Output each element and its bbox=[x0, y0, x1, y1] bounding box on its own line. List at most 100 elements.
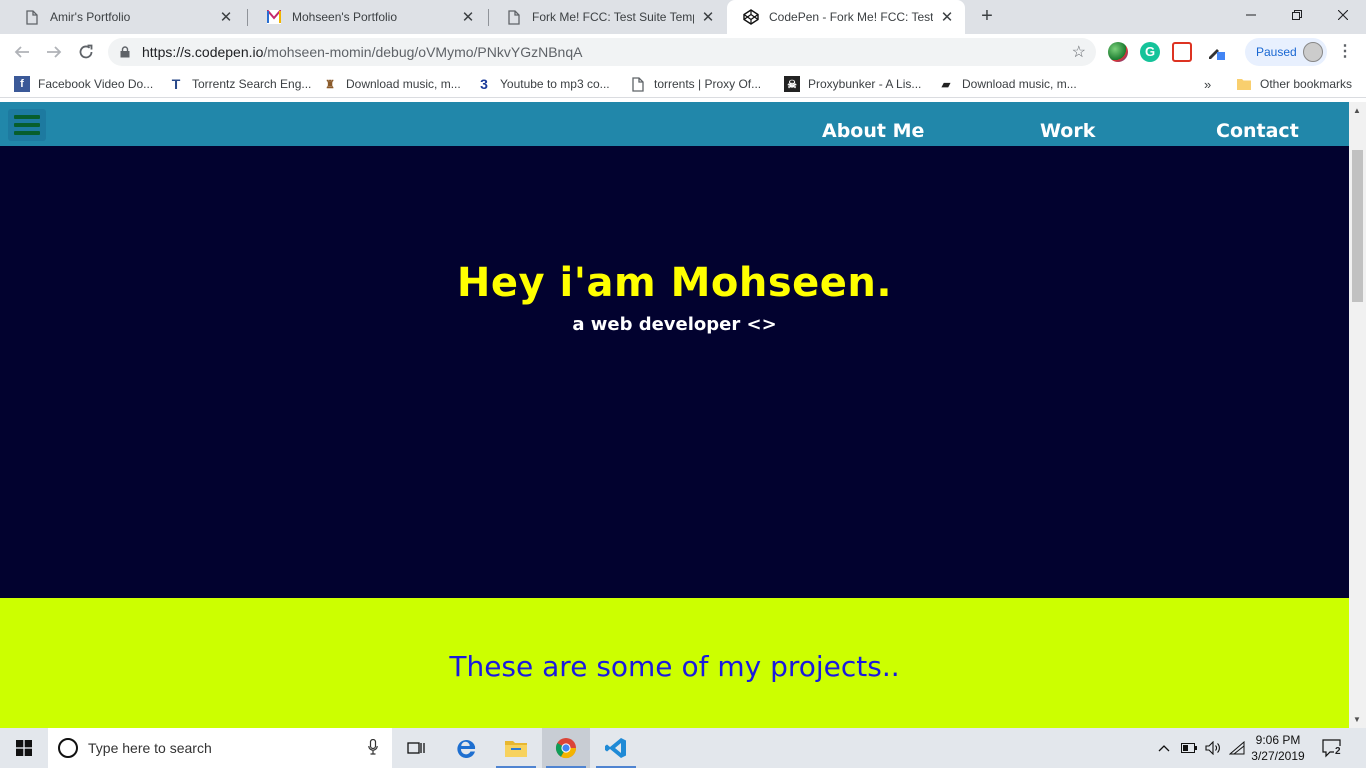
bookmark-item[interactable]: torrents | Proxy Of... bbox=[630, 75, 761, 93]
hero-title: Hey i'am Mohseen. bbox=[456, 260, 893, 306]
bookmark-item[interactable]: ▰ Download music, m... bbox=[938, 75, 1077, 93]
page-icon bbox=[506, 9, 522, 25]
page-icon bbox=[24, 9, 40, 25]
page-scrollbar[interactable]: ▲ ▼ bbox=[1349, 102, 1366, 728]
chrome-browser-icon[interactable] bbox=[542, 728, 590, 768]
eyedropper-icon[interactable] bbox=[1206, 42, 1226, 62]
tab-title: CodePen - Fork Me! FCC: Test Suite bbox=[769, 10, 933, 24]
bookmark-item[interactable]: ♜ Download music, m... bbox=[322, 75, 461, 93]
other-bookmarks-folder[interactable]: Other bookmarks bbox=[1236, 75, 1352, 93]
tab-title: Mohseen's Portfolio bbox=[292, 10, 398, 24]
file-explorer-icon[interactable] bbox=[492, 728, 540, 768]
forward-arrow-icon[interactable] bbox=[42, 40, 66, 64]
more-menu-icon[interactable]: ⋮ bbox=[1335, 42, 1355, 62]
hero-subtitle: a web developer <> bbox=[572, 314, 777, 335]
globe-extension-icon[interactable] bbox=[1108, 42, 1128, 62]
codepen-icon bbox=[743, 9, 759, 25]
reload-icon[interactable] bbox=[74, 40, 98, 64]
profile-paused-button[interactable]: Paused bbox=[1245, 38, 1327, 66]
system-clock[interactable]: 9:06 PM 3/27/2019 bbox=[1248, 732, 1308, 764]
taskbar-search-input[interactable]: Type here to search bbox=[48, 728, 392, 768]
portfolio-m-icon bbox=[266, 9, 282, 25]
projects-heading: These are some of my projects.. bbox=[449, 650, 900, 683]
tab-separator bbox=[488, 9, 489, 26]
nav-link-contact[interactable]: Contact bbox=[1216, 120, 1299, 142]
page-icon bbox=[630, 76, 646, 92]
tab-mohseens-portfolio[interactable]: Mohseen's Portfolio ✕ bbox=[250, 0, 486, 34]
action-center-icon[interactable]: 2 bbox=[1322, 738, 1344, 758]
bookmark-label: Proxybunker - A Lis... bbox=[808, 77, 922, 91]
bookmark-item[interactable]: ☠ Proxybunker - A Lis... bbox=[784, 75, 921, 93]
music-download-icon: ▰ bbox=[941, 78, 951, 91]
proxybunker-icon: ☠ bbox=[784, 76, 800, 92]
address-bar[interactable]: https://s.codepen.io/mohseen-momin/debug… bbox=[108, 38, 1096, 66]
bookmark-item[interactable]: T Torrentz Search Eng... bbox=[168, 75, 312, 93]
browser-toolbar: https://s.codepen.io/mohseen-momin/debug… bbox=[0, 34, 1366, 70]
bookmark-label: Download music, m... bbox=[962, 77, 1077, 91]
window-close-icon[interactable] bbox=[1320, 0, 1366, 30]
music-download-icon: ♜ bbox=[325, 78, 335, 91]
nav-link-about-me[interactable]: About Me bbox=[822, 120, 924, 142]
clock-time: 9:06 PM bbox=[1255, 733, 1301, 747]
nav-link-work[interactable]: Work bbox=[1040, 120, 1095, 142]
close-icon[interactable]: ✕ bbox=[218, 9, 234, 26]
close-icon[interactable]: ✕ bbox=[460, 9, 476, 26]
grammarly-icon[interactable]: G bbox=[1140, 42, 1160, 62]
scroll-down-icon[interactable]: ▼ bbox=[1353, 715, 1361, 724]
tab-title: Fork Me! FCC: Test Suite Template bbox=[532, 10, 694, 24]
windows-taskbar: Type here to search 9:06 PM 3/27/2019 2 bbox=[0, 728, 1366, 768]
notification-count: 2 bbox=[1334, 746, 1342, 757]
bookmark-label: Facebook Video Do... bbox=[38, 77, 154, 91]
folder-icon bbox=[1236, 76, 1252, 92]
new-tab-button[interactable]: + bbox=[976, 6, 998, 28]
bookmark-item[interactable]: 3 Youtube to mp3 co... bbox=[476, 75, 610, 93]
bookmark-label: Youtube to mp3 co... bbox=[500, 77, 610, 91]
volume-icon[interactable] bbox=[1202, 728, 1224, 768]
url-host: https://s.codepen.io bbox=[142, 44, 264, 60]
bookmark-label: torrents | Proxy Of... bbox=[654, 77, 762, 91]
microphone-icon[interactable] bbox=[368, 738, 378, 758]
bookmark-item[interactable]: f Facebook Video Do... bbox=[14, 75, 153, 93]
welcome-section: Hey i'am Mohseen. a web developer <> bbox=[0, 146, 1349, 598]
bookmark-label: Download music, m... bbox=[346, 77, 461, 91]
pocket-icon[interactable] bbox=[1172, 42, 1192, 62]
cortana-icon bbox=[58, 738, 78, 758]
search-placeholder: Type here to search bbox=[88, 740, 212, 756]
restore-icon[interactable] bbox=[1274, 0, 1320, 30]
site-navbar: About Me Work Contact bbox=[0, 102, 1349, 146]
vscode-icon[interactable] bbox=[592, 728, 640, 768]
profile-status-label: Paused bbox=[1256, 45, 1297, 59]
tab-fork-me-template[interactable]: Fork Me! FCC: Test Suite Template ✕ bbox=[490, 0, 726, 34]
scroll-up-icon[interactable]: ▲ bbox=[1353, 106, 1361, 115]
lock-icon bbox=[120, 46, 130, 61]
torrentz-icon: T bbox=[171, 76, 181, 92]
tab-amirs-portfolio[interactable]: Amir's Portfolio ✕ bbox=[8, 0, 244, 34]
tab-codepen-active[interactable]: CodePen - Fork Me! FCC: Test Suite ✕ bbox=[727, 0, 965, 34]
bookmark-label: Torrentz Search Eng... bbox=[192, 77, 312, 91]
tab-strip: Amir's Portfolio ✕ Mohseen's Portfolio ✕… bbox=[0, 0, 1366, 34]
clock-date: 3/27/2019 bbox=[1251, 749, 1305, 763]
more-bookmarks-button[interactable]: » bbox=[1204, 75, 1211, 93]
task-view-icon[interactable] bbox=[392, 728, 440, 768]
avatar bbox=[1303, 42, 1323, 62]
bookmark-label: Other bookmarks bbox=[1260, 77, 1353, 91]
tray-overflow-chevron-icon[interactable] bbox=[1154, 728, 1174, 768]
facebook-icon: f bbox=[14, 76, 30, 92]
tab-title: Amir's Portfolio bbox=[50, 10, 131, 24]
edge-browser-icon[interactable] bbox=[442, 728, 490, 768]
minimize-icon[interactable] bbox=[1228, 0, 1274, 30]
hamburger-menu-icon[interactable] bbox=[8, 109, 46, 141]
close-icon[interactable]: ✕ bbox=[700, 9, 716, 26]
scrollbar-thumb[interactable] bbox=[1352, 150, 1363, 302]
close-icon[interactable]: ✕ bbox=[939, 9, 955, 26]
page-viewport: About Me Work Contact Hey i'am Mohseen. … bbox=[0, 102, 1349, 728]
windows-start-icon[interactable] bbox=[0, 728, 48, 768]
wifi-icon[interactable] bbox=[1226, 728, 1248, 768]
bookmarks-bar: f Facebook Video Do... T Torrentz Search… bbox=[0, 70, 1366, 98]
battery-icon[interactable] bbox=[1178, 728, 1200, 768]
bookmark-star-icon[interactable]: ☆ bbox=[1072, 42, 1086, 62]
projects-section: These are some of my projects.. bbox=[0, 598, 1349, 728]
mp3-converter-icon: 3 bbox=[480, 76, 488, 92]
back-arrow-icon[interactable] bbox=[10, 40, 34, 64]
url-text: https://s.codepen.io/mohseen-momin/debug… bbox=[142, 44, 582, 60]
